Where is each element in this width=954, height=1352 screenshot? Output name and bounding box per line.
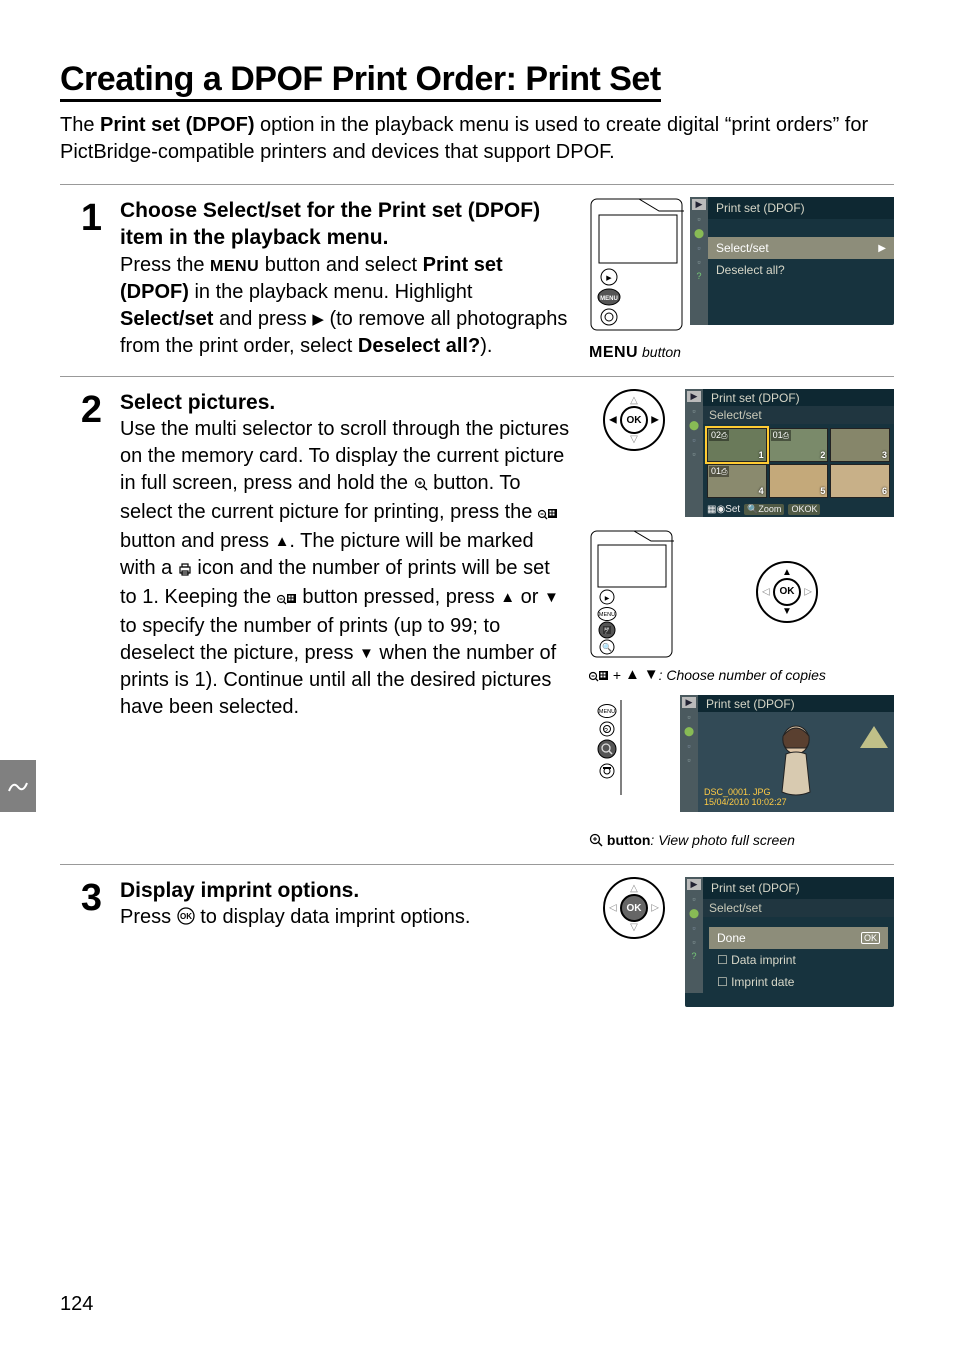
ok-dial-icon: ▲▼ ◁▷ OK <box>756 561 818 623</box>
svg-text:OK: OK <box>180 912 192 921</box>
svg-text:▶: ▶ <box>606 275 612 282</box>
camera-back-diagram: MENU ? <box>589 695 674 820</box>
ok-dial-icon: △▽ ◁▷ OK <box>603 877 665 939</box>
page-number: 124 <box>60 1293 93 1316</box>
step-1: 1 Choose Select/set for the Print set (D… <box>60 184 894 376</box>
intro-paragraph: The Print set (DPOF) option in the playb… <box>60 112 894 166</box>
lcd-screen-thumbnails: ▶ ▫⬤▫▫ Print set (DPOF) Select/set 02⎙10… <box>685 389 894 517</box>
zoom-in-icon <box>589 833 603 850</box>
thumbnail: 01⎙2 <box>769 428 829 462</box>
zoom-in-icon <box>414 472 428 499</box>
thumbnail-button-icon <box>277 586 297 613</box>
thumbnail: 6 <box>830 464 890 498</box>
thumbnail: 02⎙1 <box>707 428 767 462</box>
thumbnail: 5 <box>769 464 829 498</box>
step-2: 2 Select pictures. Use the multi selecto… <box>60 376 894 864</box>
step-1-body: Press the MENU button and select Print s… <box>120 252 571 360</box>
camera-back-diagram: ▶ MENU <box>589 197 684 332</box>
step-number-3: 3 <box>60 877 102 1007</box>
svg-text:?: ? <box>604 629 608 636</box>
lcd-screen-menu: ▶ ▫⬤▫▫? Print set (DPOF) Select/set▶ Des… <box>690 197 894 325</box>
step-1-heading: Choose Select/set for the Print set (DPO… <box>120 197 571 252</box>
step-2-body: Use the multi selector to scroll through… <box>120 416 571 721</box>
step-3-body: Press OK to display data imprint options… <box>120 904 571 933</box>
step-3-heading: Display imprint options. <box>120 877 571 904</box>
ok-button-icon: OK <box>177 906 195 933</box>
camera-back-diagram: ▶ MENU ? 🔍 <box>589 529 674 654</box>
step-number-2: 2 <box>60 389 102 850</box>
svg-text:🔍: 🔍 <box>602 642 612 652</box>
step-2-heading: Select pictures. <box>120 389 571 416</box>
lcd-screen-fullscreen: ▶ ▫⬤▫▫ Print set (DPOF) DSC_0001. JPG15/… <box>680 695 894 812</box>
thumbnail-button-icon <box>538 501 558 528</box>
ok-dial-icon: △▽ ◀▶ OK <box>603 389 665 451</box>
thumbnail: 01⎙4 <box>707 464 767 498</box>
svg-text:▶: ▶ <box>605 596 610 602</box>
svg-text:MENU: MENU <box>599 612 615 618</box>
print-mark-icon <box>178 557 192 584</box>
step-2-caption-copies: + ▲ ▼: Choose number of copies <box>589 666 894 685</box>
svg-text:?: ? <box>604 728 608 735</box>
svg-text:MENU: MENU <box>600 296 618 302</box>
step-3: 3 Display imprint options. Press OK to d… <box>60 864 894 1021</box>
thumbnail: 3 <box>830 428 890 462</box>
svg-text:MENU: MENU <box>599 709 615 715</box>
step-number-1: 1 <box>60 197 102 362</box>
step-2-caption-fullscreen: button: View photo full screen <box>589 832 894 850</box>
page-title: Creating a DPOF Print Order: Print Set <box>60 60 661 102</box>
side-tab-icon <box>0 760 36 812</box>
lcd-screen-imprint: ▶ ▫⬤▫▫? Print set (DPOF) Select/set Done… <box>685 877 894 1007</box>
step-1-caption: MENU button <box>589 344 894 362</box>
